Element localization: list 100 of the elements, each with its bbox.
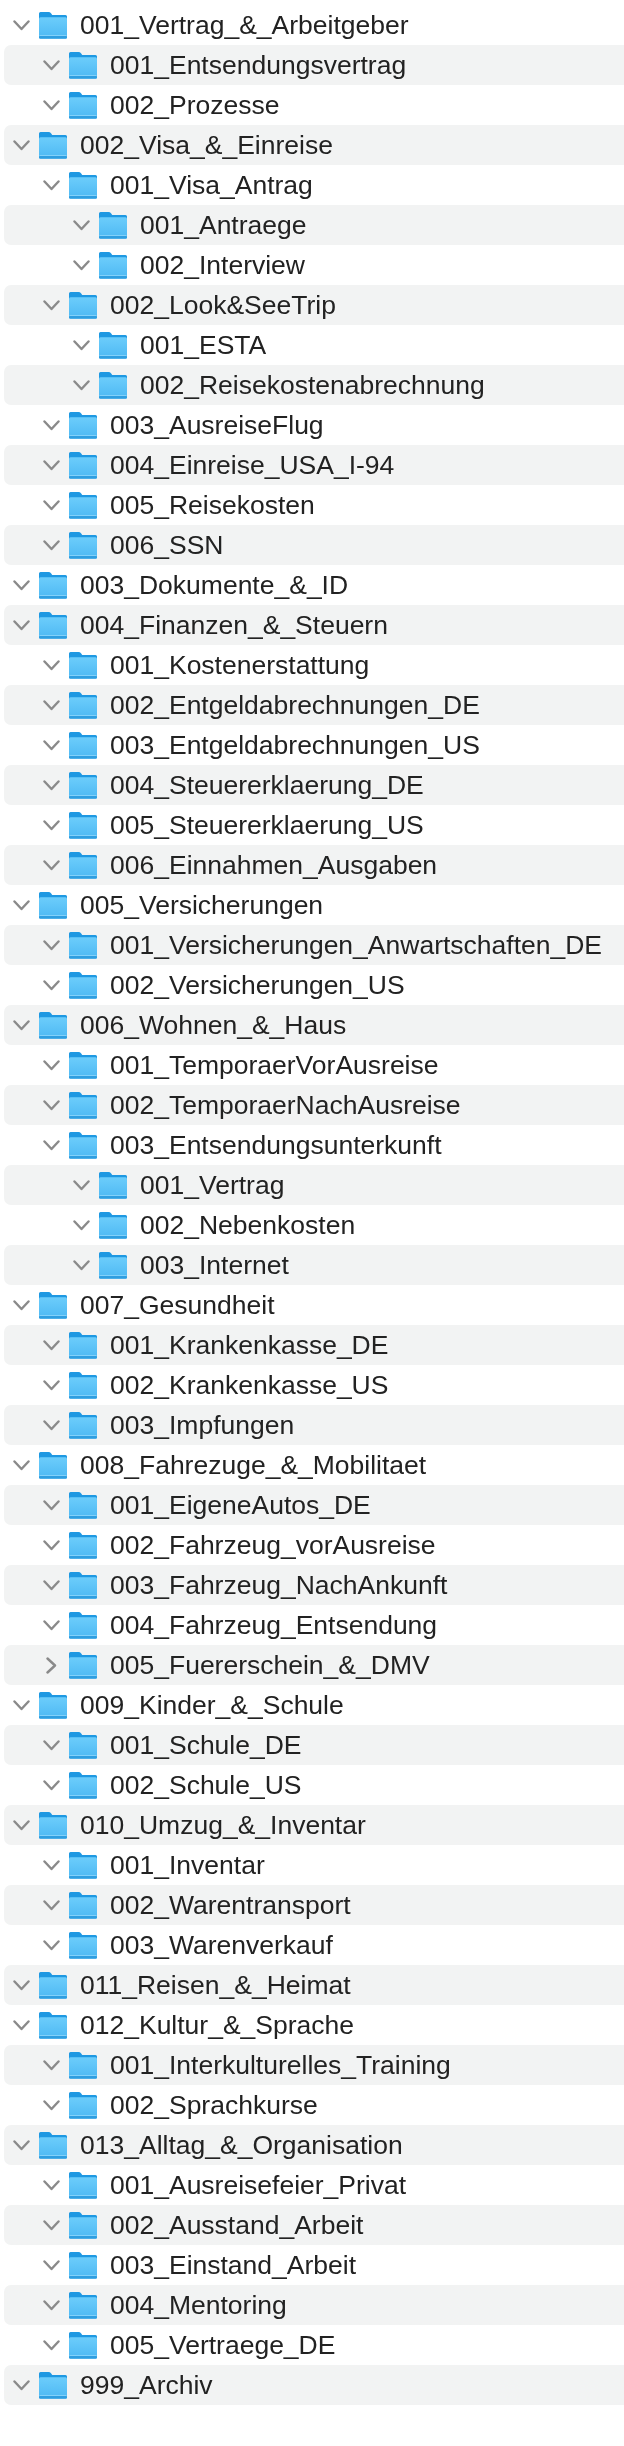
folder-row[interactable]: 005_Steuererklaerung_US <box>4 805 624 845</box>
chevron-down-icon[interactable] <box>13 139 30 151</box>
chevron-down-icon[interactable] <box>73 259 90 271</box>
chevron-down-icon[interactable] <box>43 2259 60 2271</box>
chevron-down-icon[interactable] <box>43 299 60 311</box>
folder-row[interactable]: 002_Schule_US <box>4 1765 624 1805</box>
chevron-down-icon[interactable] <box>43 1939 60 1951</box>
chevron-down-icon[interactable] <box>43 1339 60 1351</box>
folder-row[interactable]: 004_Finanzen_&_Steuern <box>4 605 624 645</box>
chevron-down-icon[interactable] <box>43 1499 60 1511</box>
folder-row[interactable]: 010_Umzug_&_Inventar <box>4 1805 624 1845</box>
folder-row[interactable]: 005_Versicherungen <box>4 885 624 925</box>
folder-row[interactable]: 001_Krankenkasse_DE <box>4 1325 624 1365</box>
folder-row[interactable]: 005_Vertraege_DE <box>4 2325 624 2365</box>
folder-row[interactable]: 011_Reisen_&_Heimat <box>4 1965 624 2005</box>
folder-row[interactable]: 002_Warentransport <box>4 1885 624 1925</box>
folder-row[interactable]: 001_Inventar <box>4 1845 624 1885</box>
chevron-down-icon[interactable] <box>13 1819 30 1831</box>
folder-row[interactable]: 001_Ausreisefeier_Privat <box>4 2165 624 2205</box>
chevron-down-icon[interactable] <box>43 699 60 711</box>
chevron-down-icon[interactable] <box>13 1019 30 1031</box>
chevron-down-icon[interactable] <box>13 1459 30 1471</box>
folder-row[interactable]: 001_Vertrag <box>4 1165 624 1205</box>
chevron-down-icon[interactable] <box>43 539 60 551</box>
chevron-down-icon[interactable] <box>43 419 60 431</box>
chevron-down-icon[interactable] <box>43 739 60 751</box>
chevron-down-icon[interactable] <box>13 899 30 911</box>
folder-row[interactable]: 002_Visa_&_Einreise <box>4 125 624 165</box>
folder-row[interactable]: 003_Impfungen <box>4 1405 624 1445</box>
folder-row[interactable]: 006_SSN <box>4 525 624 565</box>
folder-row[interactable]: 001_Vertrag_&_Arbeitgeber <box>4 5 624 45</box>
folder-row[interactable]: 001_Visa_Antrag <box>4 165 624 205</box>
folder-row[interactable]: 003_Internet <box>4 1245 624 1285</box>
folder-row[interactable]: 001_ESTA <box>4 325 624 365</box>
folder-row[interactable]: 003_Entsendungsunterkunft <box>4 1125 624 1165</box>
folder-row[interactable]: 003_Einstand_Arbeit <box>4 2245 624 2285</box>
chevron-down-icon[interactable] <box>13 619 30 631</box>
chevron-down-icon[interactable] <box>73 219 90 231</box>
folder-row[interactable]: 001_Interkulturelles_Training <box>4 2045 624 2085</box>
chevron-down-icon[interactable] <box>43 1539 60 1551</box>
folder-row[interactable]: 002_Reisekostenabrechnung <box>4 365 624 405</box>
chevron-down-icon[interactable] <box>43 859 60 871</box>
chevron-down-icon[interactable] <box>73 1259 90 1271</box>
chevron-down-icon[interactable] <box>43 2219 60 2231</box>
folder-row[interactable]: 001_Antraege <box>4 205 624 245</box>
chevron-down-icon[interactable] <box>13 2019 30 2031</box>
folder-row[interactable]: 001_Versicherungen_Anwartschaften_DE <box>4 925 624 965</box>
chevron-down-icon[interactable] <box>43 2099 60 2111</box>
chevron-down-icon[interactable] <box>43 1739 60 1751</box>
folder-row[interactable]: 004_Steuererklaerung_DE <box>4 765 624 805</box>
folder-row[interactable]: 002_Fahrzeug_vorAusreise <box>4 1525 624 1565</box>
folder-row[interactable]: 002_Ausstand_Arbeit <box>4 2205 624 2245</box>
chevron-down-icon[interactable] <box>13 1299 30 1311</box>
folder-row[interactable]: 003_Dokumente_&_ID <box>4 565 624 605</box>
folder-row[interactable]: 004_Fahrzeug_Entsendung <box>4 1605 624 1645</box>
folder-row[interactable]: 002_Interview <box>4 245 624 285</box>
folder-row[interactable]: 005_Fuererschein_&_DMV <box>4 1645 624 1685</box>
folder-row[interactable]: 006_Einnahmen_Ausgaben <box>4 845 624 885</box>
folder-row[interactable]: 002_Prozesse <box>4 85 624 125</box>
chevron-down-icon[interactable] <box>43 1139 60 1151</box>
chevron-down-icon[interactable] <box>43 1859 60 1871</box>
chevron-down-icon[interactable] <box>43 779 60 791</box>
chevron-down-icon[interactable] <box>43 1099 60 1111</box>
chevron-down-icon[interactable] <box>43 2339 60 2351</box>
chevron-down-icon[interactable] <box>43 1059 60 1071</box>
chevron-down-icon[interactable] <box>43 2299 60 2311</box>
folder-row[interactable]: 009_Kinder_&_Schule <box>4 1685 624 1725</box>
folder-row[interactable]: 002_Versicherungen_US <box>4 965 624 1005</box>
chevron-down-icon[interactable] <box>13 2379 30 2391</box>
chevron-down-icon[interactable] <box>43 99 60 111</box>
folder-row[interactable]: 001_Kostenerstattung <box>4 645 624 685</box>
folder-row[interactable]: 001_Entsendungsvertrag <box>4 45 624 85</box>
chevron-down-icon[interactable] <box>43 499 60 511</box>
chevron-down-icon[interactable] <box>43 1779 60 1791</box>
chevron-down-icon[interactable] <box>43 1899 60 1911</box>
chevron-down-icon[interactable] <box>73 339 90 351</box>
chevron-down-icon[interactable] <box>43 59 60 71</box>
folder-row[interactable]: 002_Entgeldabrechnungen_DE <box>4 685 624 725</box>
chevron-right-icon[interactable] <box>46 1656 57 1674</box>
chevron-down-icon[interactable] <box>73 1179 90 1191</box>
folder-row[interactable]: 006_Wohnen_&_Haus <box>4 1005 624 1045</box>
chevron-down-icon[interactable] <box>43 1619 60 1631</box>
chevron-down-icon[interactable] <box>13 2139 30 2151</box>
folder-row[interactable]: 007_Gesundheit <box>4 1285 624 1325</box>
chevron-down-icon[interactable] <box>43 659 60 671</box>
folder-row[interactable]: 999_Archiv <box>4 2365 624 2405</box>
chevron-down-icon[interactable] <box>43 2179 60 2191</box>
folder-row[interactable]: 003_Entgeldabrechnungen_US <box>4 725 624 765</box>
chevron-down-icon[interactable] <box>13 1699 30 1711</box>
folder-row[interactable]: 001_EigeneAutos_DE <box>4 1485 624 1525</box>
folder-row[interactable]: 003_Warenverkauf <box>4 1925 624 1965</box>
chevron-down-icon[interactable] <box>43 979 60 991</box>
chevron-down-icon[interactable] <box>43 1379 60 1391</box>
folder-row[interactable]: 001_TemporaerVorAusreise <box>4 1045 624 1085</box>
chevron-down-icon[interactable] <box>73 1219 90 1231</box>
chevron-down-icon[interactable] <box>43 819 60 831</box>
chevron-down-icon[interactable] <box>13 19 30 31</box>
folder-row[interactable]: 003_AusreiseFlug <box>4 405 624 445</box>
chevron-down-icon[interactable] <box>13 579 30 591</box>
folder-row[interactable]: 002_Nebenkosten <box>4 1205 624 1245</box>
